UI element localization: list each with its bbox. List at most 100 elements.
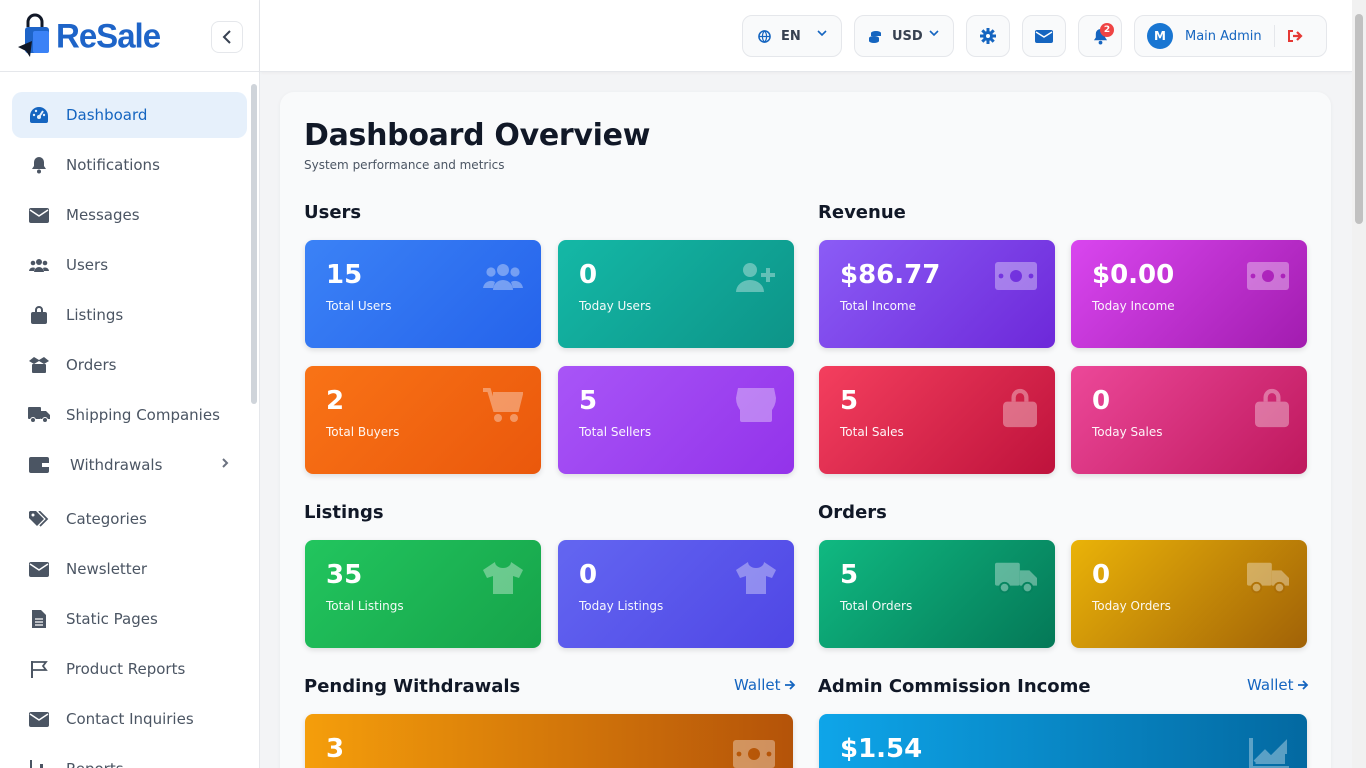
users-icon [483, 264, 523, 290]
total-users-card[interactable]: 15 Total Users [305, 240, 541, 348]
today-users-card[interactable]: 0 Today Users [558, 240, 794, 348]
logout-icon[interactable] [1287, 29, 1303, 43]
card-label: Today Listings [579, 599, 664, 613]
truck-icon [1247, 562, 1289, 594]
pending-withdrawals-card[interactable]: 3 [305, 714, 793, 768]
sidebar-item-dashboard[interactable]: Dashboard [12, 92, 247, 138]
bag-icon [28, 304, 50, 326]
sidebar-item-contact-inquiries[interactable]: Contact Inquiries [12, 696, 247, 742]
sidebar-item-withdrawals[interactable]: Withdrawals [12, 442, 247, 488]
section-pending-withdrawals-heading: Pending Withdrawals [304, 676, 521, 697]
total-listings-card[interactable]: 35 Total Listings [305, 540, 541, 648]
gear-icon [980, 28, 996, 44]
today-orders-card[interactable]: 0 Today Orders [1071, 540, 1307, 648]
money-bill-icon [733, 740, 775, 768]
card-value: 5 [840, 560, 859, 590]
sidebar-item-label: Product Reports [66, 660, 186, 678]
section-orders-heading: Orders [818, 502, 887, 523]
card-label: Total Sellers [579, 425, 652, 439]
sidebar-item-label: Users [66, 256, 109, 274]
card-value: 0 [1092, 386, 1111, 416]
total-sellers-card[interactable]: 5 Total Sellers [558, 366, 794, 474]
envelope-icon [28, 204, 50, 226]
collapse-sidebar-button[interactable] [211, 21, 243, 53]
money-bill-icon [995, 262, 1037, 290]
card-label: Total Listings [326, 599, 404, 613]
sidebar-scrollbar[interactable] [251, 84, 257, 404]
topbar: EN USD 2 M Main Admin [260, 0, 1352, 72]
flag-icon [28, 658, 50, 680]
bell-icon [28, 154, 50, 176]
language-selector[interactable]: EN [742, 15, 842, 57]
total-sales-card[interactable]: 5 Total Sales [819, 366, 1055, 474]
envelope-icon [28, 708, 50, 730]
sidebar-item-orders[interactable]: Orders [12, 342, 247, 388]
messages-button[interactable] [1022, 15, 1066, 57]
currency-selector[interactable]: USD [854, 15, 954, 57]
page-scrollbar-thumb[interactable] [1355, 14, 1363, 224]
sidebar-nav: Dashboard Notifications Messages Users L… [0, 72, 259, 768]
shopping-bag-plane-icon [18, 13, 49, 57]
brand-name: ReSale [56, 15, 161, 55]
sidebar-item-label: Withdrawals [70, 456, 163, 474]
sidebar-item-listings[interactable]: Listings [12, 292, 247, 338]
cart-icon [483, 388, 523, 422]
total-buyers-card[interactable]: 2 Total Buyers [305, 366, 541, 474]
sidebar-item-categories[interactable]: Categories [12, 496, 247, 542]
card-value: 5 [579, 386, 598, 416]
sidebar-item-users[interactable]: Users [12, 242, 247, 288]
envelope-icon [28, 558, 50, 580]
user-menu[interactable]: M Main Admin [1134, 15, 1327, 57]
card-label: Total Buyers [326, 425, 400, 439]
section-revenue-heading: Revenue [818, 202, 906, 223]
sidebar-item-label: Contact Inquiries [66, 710, 194, 728]
card-label: Today Sales [1092, 425, 1163, 439]
total-income-card[interactable]: $86.77 Total Income [819, 240, 1055, 348]
divider [1273, 25, 1275, 47]
sidebar: ReSale Dashboard Notifications Messages [0, 0, 260, 768]
admin-commission-card[interactable]: $1.54 [819, 714, 1307, 768]
envelope-icon [1035, 29, 1053, 43]
card-value: 0 [579, 560, 598, 590]
page-subtitle: System performance and metrics [304, 158, 505, 172]
sidebar-item-notifications[interactable]: Notifications [12, 142, 247, 188]
admin-commission-wallet-link[interactable]: Wallet [1247, 676, 1309, 694]
section-admin-commission-heading: Admin Commission Income [818, 676, 1091, 697]
sidebar-item-product-reports[interactable]: Product Reports [12, 646, 247, 692]
today-income-card[interactable]: $0.00 Today Income [1071, 240, 1307, 348]
truck-icon [28, 404, 50, 426]
today-sales-card[interactable]: 0 Today Sales [1071, 366, 1307, 474]
notifications-button[interactable]: 2 [1078, 15, 1122, 57]
sidebar-item-label: Newsletter [66, 560, 148, 578]
card-value: 0 [579, 260, 598, 290]
sidebar-item-static-pages[interactable]: Static Pages [12, 596, 247, 642]
card-label: Total Sales [840, 425, 904, 439]
today-listings-card[interactable]: 0 Today Listings [558, 540, 794, 648]
card-value: 5 [840, 386, 859, 416]
card-label: Total Users [326, 299, 392, 313]
page-title: Dashboard Overview [304, 118, 651, 153]
tags-icon [28, 508, 50, 530]
chart-line-icon [1249, 738, 1289, 768]
shirt-icon [736, 562, 776, 594]
sidebar-item-shipping-companies[interactable]: Shipping Companies [12, 392, 247, 438]
wallet-link-label: Wallet [1247, 676, 1294, 694]
pending-withdrawals-wallet-link[interactable]: Wallet [734, 676, 796, 694]
money-bill-icon [1247, 262, 1289, 290]
admin-name: Main Admin [1185, 28, 1262, 44]
total-orders-card[interactable]: 5 Total Orders [819, 540, 1055, 648]
sidebar-item-messages[interactable]: Messages [12, 192, 247, 238]
shirt-icon [483, 562, 523, 594]
users-icon [28, 254, 50, 276]
chevron-right-icon[interactable] [221, 457, 229, 469]
arrow-right-icon [1297, 680, 1308, 690]
page-scrollbar[interactable] [1352, 0, 1366, 768]
settings-button[interactable] [966, 15, 1010, 57]
chevron-down-icon [929, 30, 939, 37]
sidebar-item-reports[interactable]: Reports [12, 746, 247, 768]
sidebar-item-newsletter[interactable]: Newsletter [12, 546, 247, 592]
wallet-icon [28, 454, 50, 476]
bag-icon [1003, 388, 1037, 428]
language-value: EN [781, 28, 801, 44]
brand-logo[interactable]: ReSale [16, 13, 161, 59]
